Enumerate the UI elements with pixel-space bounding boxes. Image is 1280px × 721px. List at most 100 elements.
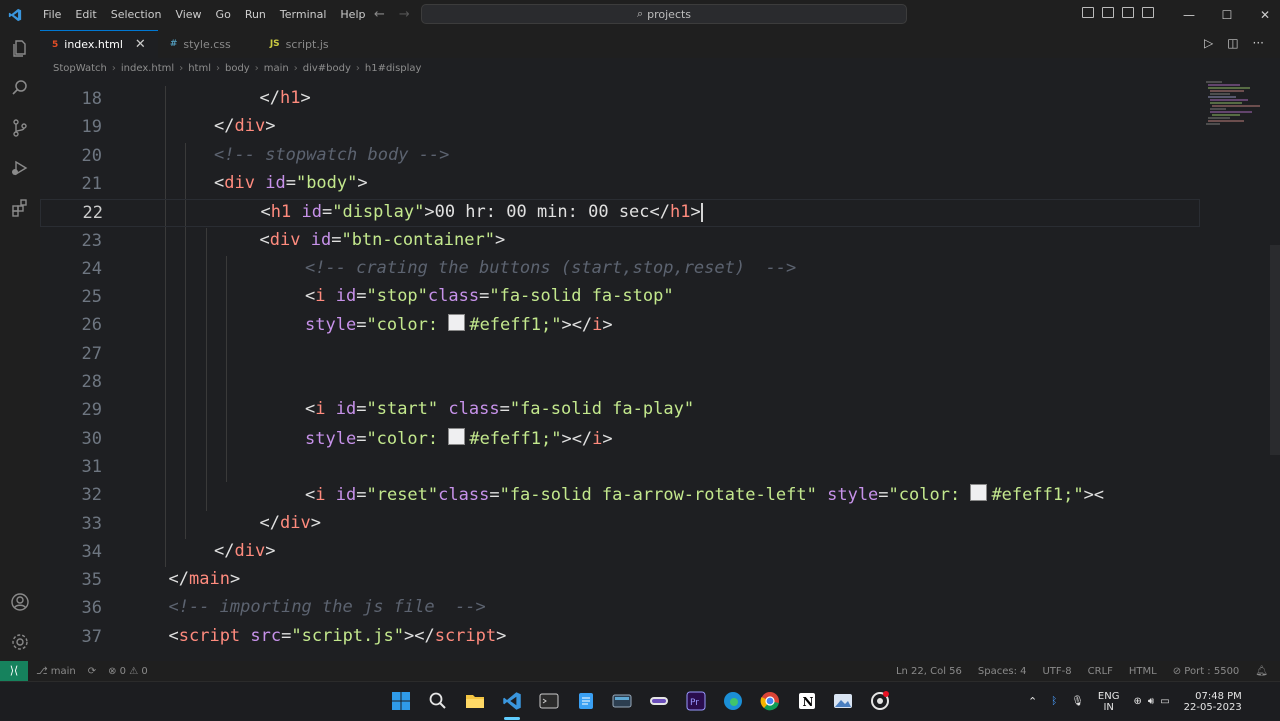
- sync-icon[interactable]: ⟳: [88, 666, 96, 677]
- menu-item-go[interactable]: Go: [209, 0, 238, 30]
- code-line[interactable]: 22 <h1 id="display">00 hr: 00 min: 00 sec…: [40, 199, 1200, 228]
- vpn-app-icon[interactable]: [649, 691, 669, 711]
- run-debug-icon[interactable]: [10, 158, 30, 178]
- language-indicator[interactable]: ENG IN: [1098, 691, 1120, 713]
- close-window-icon[interactable]: ✕: [1246, 0, 1280, 30]
- code-editor[interactable]: 18 </h1> 19 </div> 20 <!-- stopwatch body -->…: [40, 78, 1270, 661]
- account-icon[interactable]: [10, 592, 30, 612]
- code-line[interactable]: 28: [40, 369, 1200, 397]
- code-line[interactable]: 31: [40, 454, 1200, 482]
- code-line[interactable]: 35 </main>: [40, 567, 1200, 595]
- media-app-icon[interactable]: [612, 691, 632, 711]
- forward-arrow-icon[interactable]: →: [399, 7, 410, 22]
- file-explorer-icon[interactable]: [465, 691, 485, 711]
- network-icon[interactable]: ⊕: [1133, 696, 1141, 707]
- more-actions-icon[interactable]: ···: [1253, 36, 1264, 50]
- notifications-bell-icon[interactable]: 🔔︎: [1255, 666, 1268, 677]
- code-line[interactable]: 33 </div>: [40, 511, 1200, 539]
- search-icon[interactable]: [10, 78, 30, 98]
- branch-indicator[interactable]: ⎇ main: [36, 666, 76, 677]
- taskbar-search-icon[interactable]: [428, 691, 448, 711]
- code-line[interactable]: 32 <i id="reset"class="fa-solid fa-arrow-…: [40, 482, 1200, 510]
- color-swatch[interactable]: [448, 314, 466, 332]
- source-control-icon[interactable]: [10, 118, 30, 138]
- menu-item-terminal[interactable]: Terminal: [273, 0, 334, 30]
- menu-item-edit[interactable]: Edit: [68, 0, 103, 30]
- toggle-secondary-sidebar-icon[interactable]: [1122, 7, 1134, 18]
- tab-script-js[interactable]: JS script.js: [258, 30, 358, 58]
- bluetooth-icon[interactable]: ᛒ: [1051, 696, 1057, 707]
- breadcrumb-item[interactable]: h1#display: [365, 63, 422, 74]
- breadcrumb-item[interactable]: html: [188, 63, 211, 74]
- code-line[interactable]: 37 <script src="script.js"></script>: [40, 624, 1200, 652]
- line-ending[interactable]: CRLF: [1088, 666, 1113, 677]
- language-mode[interactable]: HTML: [1129, 666, 1157, 677]
- code-line[interactable]: 19 </div>: [40, 114, 1200, 142]
- show-hidden-icons-icon[interactable]: ⌃: [1028, 695, 1037, 708]
- vertical-scrollbar[interactable]: [1270, 245, 1280, 455]
- windows-start-icon[interactable]: [391, 691, 411, 711]
- code-line[interactable]: 20 <!-- stopwatch body -->: [40, 143, 1200, 171]
- menu-item-run[interactable]: Run: [238, 0, 273, 30]
- css-file-icon: #: [169, 39, 178, 49]
- customize-layout-icon[interactable]: [1142, 7, 1154, 18]
- code-line[interactable]: 34 </div>: [40, 539, 1200, 567]
- code-line[interactable]: 26 style="color: #efeff1;"></i>: [40, 312, 1200, 340]
- code-line[interactable]: 36 <!-- importing the js file -->: [40, 595, 1200, 623]
- breadcrumb-item[interactable]: main: [264, 63, 289, 74]
- breadcrumb-item[interactable]: StopWatch: [53, 63, 107, 74]
- remote-indicator-icon[interactable]: ⟩⟨: [0, 661, 28, 681]
- problems-indicator[interactable]: ⊗ 0 ⚠ 0: [108, 666, 148, 677]
- code-line[interactable]: 27: [40, 341, 1200, 369]
- settings-gear-icon[interactable]: [10, 632, 30, 652]
- vscode-taskbar-icon[interactable]: [502, 691, 522, 711]
- svg-text:N: N: [803, 695, 814, 709]
- back-arrow-icon[interactable]: ←: [374, 7, 385, 22]
- cursor-position[interactable]: Ln 22, Col 56: [896, 666, 962, 677]
- tab-style-css[interactable]: # style.css: [158, 30, 258, 58]
- code-line[interactable]: 18 </h1>: [40, 86, 1200, 114]
- battery-icon[interactable]: ▭: [1160, 696, 1169, 707]
- code-line[interactable]: 30 style="color: #efeff1;"></i>: [40, 426, 1200, 454]
- split-editor-icon[interactable]: ◫: [1227, 36, 1238, 50]
- premiere-pro-icon[interactable]: Pr: [686, 691, 706, 711]
- minimize-icon[interactable]: —: [1170, 0, 1208, 30]
- close-tab-icon[interactable]: ✕: [135, 37, 146, 52]
- toggle-primary-sidebar-icon[interactable]: [1082, 7, 1094, 18]
- menu-item-help[interactable]: Help: [333, 0, 372, 30]
- menu-item-view[interactable]: View: [168, 0, 208, 30]
- explorer-icon[interactable]: [10, 38, 30, 58]
- volume-icon[interactable]: 🔊︎: [1148, 696, 1154, 707]
- code-line[interactable]: 21 <div id="body">: [40, 171, 1200, 199]
- menu-item-selection[interactable]: Selection: [104, 0, 169, 30]
- encoding[interactable]: UTF-8: [1042, 666, 1071, 677]
- breadcrumb-item[interactable]: index.html: [121, 63, 174, 74]
- extensions-icon[interactable]: [10, 198, 30, 218]
- tab-index-html[interactable]: 5 index.html ✕: [40, 30, 158, 58]
- code-line[interactable]: 23 <div id="btn-container">: [40, 228, 1200, 256]
- code-line[interactable]: 25 <i id="stop"class="fa-solid fa-stop": [40, 284, 1200, 312]
- code-line[interactable]: 29 <i id="start" class="fa-solid fa-play": [40, 397, 1200, 425]
- chrome-dev-icon[interactable]: [870, 691, 890, 711]
- photos-app-icon[interactable]: [833, 691, 853, 711]
- notepad-icon[interactable]: [576, 691, 596, 711]
- live-server-port[interactable]: ⊘ Port : 5500: [1173, 666, 1240, 677]
- menu-item-file[interactable]: File: [36, 0, 68, 30]
- color-swatch[interactable]: [448, 427, 466, 445]
- minimap[interactable]: [1200, 78, 1270, 138]
- toggle-panel-icon[interactable]: [1102, 7, 1114, 18]
- microphone-icon[interactable]: 🎙︎: [1071, 696, 1084, 707]
- edge-browser-icon[interactable]: [723, 691, 743, 711]
- indentation[interactable]: Spaces: 4: [978, 666, 1027, 677]
- clock[interactable]: 07:48 PM 22-05-2023: [1184, 691, 1242, 713]
- color-swatch[interactable]: [970, 484, 988, 502]
- run-icon[interactable]: ▷: [1204, 36, 1213, 50]
- command-center-search[interactable]: ⌕ projects: [421, 4, 907, 24]
- breadcrumb-item[interactable]: div#body: [303, 63, 351, 74]
- chrome-browser-icon[interactable]: [760, 691, 780, 711]
- breadcrumb-item[interactable]: body: [225, 63, 250, 74]
- code-line[interactable]: 24 <!-- crating the buttons (start,stop,r…: [40, 256, 1200, 284]
- maximize-icon[interactable]: ☐: [1208, 0, 1246, 30]
- notion-icon[interactable]: N: [797, 691, 817, 711]
- terminal-icon[interactable]: [539, 691, 559, 711]
